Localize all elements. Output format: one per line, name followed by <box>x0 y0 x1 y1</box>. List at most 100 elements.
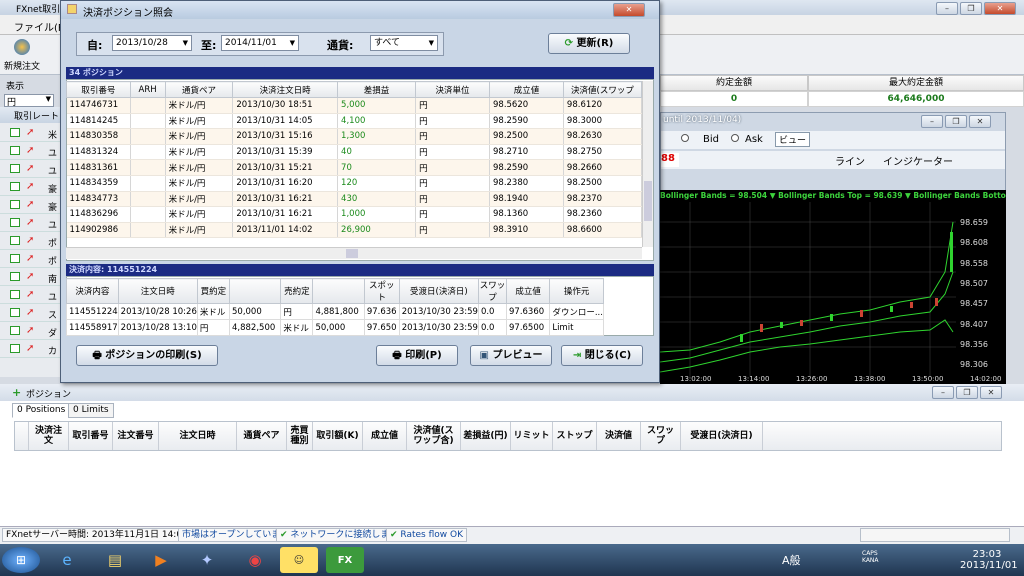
col-header[interactable]: 決済注文日時 <box>232 81 339 98</box>
col-header[interactable] <box>312 278 365 304</box>
media-player-icon[interactable]: ▶ <box>142 547 180 573</box>
rate-row[interactable]: ➚ ユ <box>0 287 60 304</box>
chart-icon[interactable] <box>10 254 20 263</box>
cat-app-icon[interactable]: ☺ <box>280 547 318 573</box>
col-header[interactable]: 決済値(スワップ <box>562 81 643 98</box>
chart-icon[interactable] <box>10 236 20 245</box>
currency-dropdown[interactable]: すべて <box>370 35 438 51</box>
close-icon[interactable]: ✕ <box>984 2 1016 15</box>
col-header[interactable]: スポット <box>363 278 400 304</box>
line-dropdown[interactable]: ライン <box>835 153 865 168</box>
rate-row[interactable]: ➚ カ <box>0 341 60 358</box>
refresh-button[interactable]: ⟳ 更新(R) <box>548 33 630 54</box>
maximize-icon[interactable]: ❐ <box>945 115 967 128</box>
col-header[interactable]: リミット <box>511 422 553 450</box>
currency-select[interactable]: 円 ▼ <box>4 94 54 108</box>
chart-icon[interactable] <box>10 344 20 353</box>
col-header[interactable]: 受渡日(決済日) <box>681 422 763 450</box>
col-header[interactable]: 注文番号 <box>113 422 159 450</box>
clock[interactable]: 23:03 2013/11/01 <box>960 549 1018 571</box>
chart-icon[interactable] <box>10 308 20 317</box>
hscroll-thumb[interactable] <box>346 249 358 258</box>
scroll-thumb[interactable] <box>644 181 652 221</box>
col-header[interactable]: 取引額(K) <box>313 422 363 450</box>
col-header[interactable]: 決済値 <box>597 422 641 450</box>
col-header[interactable]: 通貨ペア <box>237 422 287 450</box>
table-row[interactable]: 114814245 米ドル/円 2013/10/31 14:05 4,100 円 98.2… <box>66 113 643 130</box>
rate-row[interactable]: ➚ ダ <box>0 323 60 340</box>
ime-indicator[interactable]: A般 <box>782 552 801 568</box>
col-header[interactable]: 注文日時 <box>117 278 198 304</box>
col-header[interactable]: 取引番号 <box>66 81 131 98</box>
close-icon[interactable]: ✕ <box>980 386 1002 399</box>
col-header[interactable]: 通貨ペア <box>164 81 234 98</box>
table-row[interactable]: 114551224 2013/10/28 10:26 米ドル 50,000 円 4,881… <box>66 303 604 320</box>
table-row[interactable]: 114558917 2013/10/28 13:10 円 4,882,500 米ドル 50… <box>66 319 604 336</box>
table-row[interactable]: 114836296 米ドル/円 2013/10/31 16:21 1,000 円 98.1… <box>66 206 643 223</box>
col-header[interactable]: 差損益(円) <box>461 422 511 450</box>
rate-row[interactable]: ➚ ス <box>0 305 60 322</box>
print-button[interactable]: 🖶 印刷(P) <box>376 345 458 366</box>
chart-icon[interactable] <box>10 218 20 227</box>
col-header[interactable]: 注文日時 <box>159 422 237 450</box>
table-row[interactable]: 114831324 米ドル/円 2013/10/31 15:39 40 円 98.2710… <box>66 144 643 161</box>
col-header[interactable]: 成立値 <box>505 278 551 304</box>
minimize-icon[interactable]: – <box>921 115 943 128</box>
folder-icon[interactable]: ▤ <box>96 547 134 573</box>
minimize-icon[interactable]: – <box>936 2 958 15</box>
chrome-icon[interactable]: ◉ <box>236 547 274 573</box>
rate-row[interactable]: ➚ ポ <box>0 251 60 268</box>
close-button[interactable]: ⇥ 閉じる(C) <box>561 345 643 366</box>
col-header[interactable]: 取引番号 <box>69 422 113 450</box>
chart-icon[interactable] <box>10 182 20 191</box>
chart-icon[interactable] <box>10 164 20 173</box>
chart-icon[interactable] <box>10 146 20 155</box>
ie-icon[interactable]: e <box>48 547 86 573</box>
to-date-picker[interactable]: 2014/11/01 <box>221 35 299 51</box>
close-icon[interactable]: ✕ <box>969 115 991 128</box>
col-header[interactable] <box>228 278 282 304</box>
rate-row[interactable]: ➚ ポ <box>0 233 60 250</box>
table-row[interactable]: 114834359 米ドル/円 2013/10/31 16:20 120 円 98.238… <box>66 175 643 192</box>
col-header[interactable]: 受渡日(決済日) <box>398 278 479 304</box>
chart-icon[interactable] <box>10 290 20 299</box>
rate-row[interactable]: ➚ ユ <box>0 215 60 232</box>
view-dropdown[interactable]: ビュー <box>775 132 811 147</box>
rate-row[interactable]: ➚ 米 <box>0 125 60 142</box>
table-row[interactable]: 114746731 米ドル/円 2013/10/30 18:51 5,000 円 98.5… <box>66 97 643 114</box>
col-header[interactable]: 決済内容 <box>66 278 119 304</box>
col-header[interactable]: ストップ <box>553 422 597 450</box>
col-header[interactable]: 差損益 <box>337 81 417 98</box>
app-icon[interactable]: ✦ <box>188 547 226 573</box>
rate-row[interactable]: ➚ 豪 <box>0 197 60 214</box>
maximize-icon[interactable]: ❐ <box>960 2 982 15</box>
chart-plot[interactable] <box>659 202 956 377</box>
ask-radio[interactable] <box>731 134 739 142</box>
dialog-close-icon[interactable]: ✕ <box>613 3 645 17</box>
rate-row[interactable]: ➚ 南 <box>0 269 60 286</box>
col-header[interactable]: 決済注文 <box>29 422 69 450</box>
preview-button[interactable]: ▣ プレビュー <box>470 345 552 366</box>
indicator-dropdown[interactable]: インジケーター <box>883 153 953 168</box>
bid-radio[interactable] <box>681 134 689 142</box>
tab-limits[interactable]: 0 Limits <box>68 403 114 418</box>
col-header[interactable]: 成立値 <box>489 81 564 98</box>
table-row[interactable]: 114830358 米ドル/円 2013/10/31 15:16 1,300 円 98.2… <box>66 128 643 145</box>
col-header[interactable]: ARH <box>129 81 166 98</box>
col-header[interactable]: 成立値 <box>363 422 407 450</box>
col-header[interactable]: 売約定 <box>280 278 314 304</box>
table-row[interactable]: 114834773 米ドル/円 2013/10/31 16:21 430 円 98.194… <box>66 191 643 208</box>
tab-positions[interactable]: 0 Positions <box>12 403 71 418</box>
rate-row[interactable]: ➚ ユ <box>0 143 60 160</box>
start-button[interactable]: ⊞ <box>2 547 40 573</box>
from-date-picker[interactable]: 2013/10/28 <box>112 35 192 51</box>
chart-icon[interactable] <box>10 128 20 137</box>
col-header[interactable]: スワップ <box>641 422 681 450</box>
chart-icon[interactable] <box>10 326 20 335</box>
maximize-icon[interactable]: ❐ <box>956 386 978 399</box>
fxnet-taskbar-icon[interactable]: FX <box>326 547 364 573</box>
minimize-icon[interactable]: – <box>932 386 954 399</box>
col-header[interactable]: 決済値(スワップ含) <box>407 422 461 450</box>
table-row[interactable]: 114902986 米ドル/円 2013/11/01 14:02 26,900 円 98.… <box>66 222 643 239</box>
rate-row[interactable]: ➚ 豪 <box>0 179 60 196</box>
